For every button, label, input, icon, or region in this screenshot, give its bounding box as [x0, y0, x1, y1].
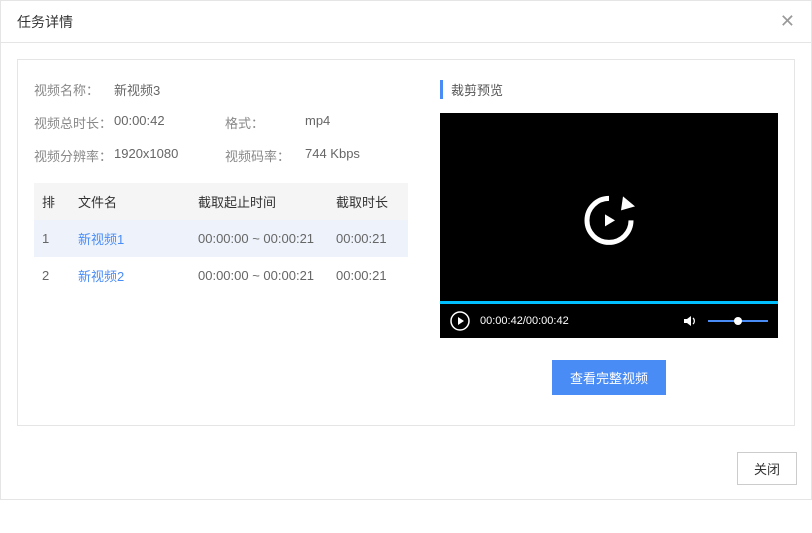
cell-timerange: 00:00:00 ~ 00:00:21 — [190, 220, 328, 257]
modal-body: 视频名称： 新视频3 视频总时长： 00:00:42 格式： mp4 视频分辨率… — [1, 43, 811, 442]
close-icon[interactable]: ✕ — [780, 11, 795, 32]
col-timerange: 截取起止时间 — [190, 183, 328, 220]
close-button[interactable]: 关闭 — [737, 452, 797, 485]
video-player[interactable]: 00:00:42/00:00:42 — [440, 113, 778, 338]
video-info: 视频名称： 新视频3 视频总时长： 00:00:42 格式： mp4 视频分辨率… — [34, 80, 408, 165]
left-column: 视频名称： 新视频3 视频总时长： 00:00:42 格式： mp4 视频分辨率… — [18, 60, 424, 425]
filename-link[interactable]: 新视频1 — [78, 232, 124, 247]
modal-title: 任务详情 — [17, 12, 73, 32]
bitrate-label: 视频码率： — [225, 146, 297, 165]
cell-length: 00:00:21 — [328, 220, 408, 257]
modal-footer: 关闭 — [1, 442, 811, 499]
format-value: mp4 — [305, 113, 408, 132]
volume-thumb[interactable] — [734, 317, 742, 325]
play-button[interactable] — [450, 311, 470, 331]
total-time: 00:00:42 — [526, 315, 569, 327]
format-label: 格式： — [225, 113, 297, 132]
name-label: 视频名称： — [34, 80, 106, 99]
cell-index: 1 — [34, 220, 70, 257]
preview-title: 裁剪预览 — [440, 80, 778, 99]
cell-timerange: 00:00:00 ~ 00:00:21 — [190, 257, 328, 294]
col-index: 排 — [34, 183, 70, 220]
table-row[interactable]: 1 新视频1 00:00:00 ~ 00:00:2100:00:21 — [34, 220, 408, 257]
player-controls: 00:00:42/00:00:42 — [440, 304, 778, 338]
name-value: 新视频3 — [114, 80, 408, 99]
cell-length: 00:00:21 — [328, 257, 408, 294]
current-time: 00:00:42 — [480, 315, 523, 327]
cell-filename: 新视频1 — [70, 220, 190, 257]
volume-icon[interactable] — [682, 313, 698, 329]
view-full-video-button[interactable]: 查看完整视频 — [552, 360, 666, 395]
table-header-row: 排 文件名 截取起止时间 截取时长 — [34, 183, 408, 220]
clips-table: 排 文件名 截取起止时间 截取时长 1 新视频1 00:00:00 ~ 00:00:… — [34, 183, 408, 294]
table-row[interactable]: 2 新视频2 00:00:00 ~ 00:00:2100:00:21 — [34, 257, 408, 294]
cell-filename: 新视频2 — [70, 257, 190, 294]
col-filename: 文件名 — [70, 183, 190, 220]
cell-index: 2 — [34, 257, 70, 294]
duration-value: 00:00:42 — [114, 113, 217, 132]
right-column: 裁剪预览 00: — [424, 60, 794, 425]
volume-slider[interactable] — [708, 320, 768, 322]
resolution-value: 1920x1080 — [114, 146, 217, 165]
task-detail-modal: 任务详情 ✕ 视频名称： 新视频3 视频总时长： 00:00:42 格式： mp… — [0, 0, 812, 500]
duration-label: 视频总时长： — [34, 113, 106, 132]
content-panel: 视频名称： 新视频3 视频总时长： 00:00:42 格式： mp4 视频分辨率… — [17, 59, 795, 426]
col-length: 截取时长 — [328, 183, 408, 220]
resolution-label: 视频分辨率： — [34, 146, 106, 165]
time-display: 00:00:42/00:00:42 — [480, 315, 569, 327]
filename-link[interactable]: 新视频2 — [78, 269, 124, 284]
replay-icon[interactable] — [581, 192, 637, 248]
modal-header: 任务详情 ✕ — [1, 1, 811, 43]
bitrate-value: 744 Kbps — [305, 146, 408, 165]
